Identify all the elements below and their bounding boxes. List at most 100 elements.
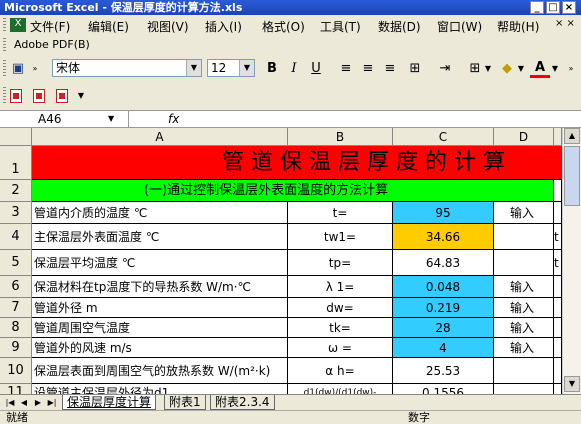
pdf-review-icon[interactable] <box>56 89 68 103</box>
scroll-thumb[interactable] <box>564 146 580 206</box>
align-center-icon[interactable]: ≡ <box>358 60 378 78</box>
cell-symbol[interactable]: tw1= <box>288 224 393 250</box>
align-right-icon[interactable]: ≡ <box>380 60 400 78</box>
chevron-down-icon[interactable]: ▼ <box>550 60 560 78</box>
cell-symbol[interactable]: ω = <box>288 338 393 358</box>
menu-data[interactable]: 数据(D) <box>378 18 421 35</box>
excel-icon[interactable]: X <box>10 18 26 32</box>
cell-symbol[interactable]: d1(dw)/(d1(dw)- <box>288 384 393 394</box>
toolbar-more-icon[interactable]: » <box>30 60 40 78</box>
next-sheet-icon[interactable]: ▶ <box>32 396 44 409</box>
fx-icon[interactable]: fx <box>168 111 179 127</box>
chevron-down-icon[interactable]: ▼ <box>239 60 254 76</box>
cell-value[interactable]: 25.53 <box>393 358 494 384</box>
menu-view[interactable]: 视图(V) <box>147 18 189 35</box>
row-header[interactable]: 11 <box>0 384 32 394</box>
section-subtitle-cell[interactable]: (一)通过控制保温层外表面温度的方法计算 <box>32 180 554 202</box>
doc-close-icon[interactable]: × × <box>555 18 575 29</box>
cell[interactable] <box>554 180 562 202</box>
cell-label[interactable]: 管道外的风速 m/s <box>32 338 288 358</box>
italic-button[interactable]: I <box>284 60 304 78</box>
cell[interactable] <box>554 384 562 394</box>
menu-help[interactable]: 帮助(H) <box>497 18 539 35</box>
cell[interactable] <box>554 318 562 338</box>
vertical-scrollbar[interactable]: ▲ ▼ <box>562 128 581 394</box>
menu-window[interactable]: 窗口(W) <box>437 18 482 35</box>
cell-value-input[interactable]: 4 <box>393 338 494 358</box>
maximize-button[interactable]: □ <box>546 1 560 14</box>
chevron-down-icon[interactable]: ▼ <box>108 111 114 127</box>
scroll-up-icon[interactable]: ▲ <box>564 128 580 144</box>
cell-value[interactable]: 64.83 <box>393 250 494 276</box>
cell-label[interactable]: 管道周围空气温度 <box>32 318 288 338</box>
cell-symbol[interactable]: tk= <box>288 318 393 338</box>
menu-insert[interactable]: 插入(I) <box>205 18 242 35</box>
cell-label[interactable]: 管道外径 m <box>32 298 288 318</box>
formula-input[interactable] <box>186 111 562 127</box>
bold-button[interactable]: B <box>262 60 282 78</box>
cell-symbol[interactable]: tp= <box>288 250 393 276</box>
cell-label[interactable]: 管道内介质的温度 ℃ <box>32 202 288 224</box>
name-box[interactable]: A46 ▼ <box>0 111 129 127</box>
prev-sheet-icon[interactable]: ◀ <box>18 396 30 409</box>
cell-label[interactable]: 保温材料在tp温度下的导热系数 W/m·℃ <box>32 276 288 298</box>
underline-button[interactable]: U <box>306 60 326 78</box>
pdf-email-icon[interactable] <box>33 89 45 103</box>
save-icon[interactable]: ▣ <box>8 60 28 78</box>
column-header-d[interactable]: D <box>494 128 554 146</box>
adobe-pdf-menu[interactable]: Adobe PDF(B) <box>14 38 90 51</box>
font-color-button[interactable]: A <box>530 60 550 78</box>
row-header[interactable]: 10 <box>0 358 32 384</box>
font-size-select[interactable]: 12 ▼ <box>207 59 255 77</box>
cell-symbol[interactable]: λ 1= <box>288 276 393 298</box>
cell-symbol[interactable]: α h= <box>288 358 393 384</box>
menu-tools[interactable]: 工具(T) <box>320 18 361 35</box>
cell-label[interactable]: 保温层平均温度 ℃ <box>32 250 288 276</box>
cell-note[interactable] <box>494 250 554 276</box>
cell-value-input[interactable]: 28 <box>393 318 494 338</box>
toolbar-more-icon[interactable]: » <box>566 60 576 78</box>
merge-center-icon[interactable]: ⊞ <box>405 60 425 78</box>
row-header[interactable]: 9 <box>0 338 32 358</box>
sheet-tab[interactable]: 附表1 <box>164 395 206 410</box>
menu-file[interactable]: 文件(F) <box>30 18 70 35</box>
sheet-tab[interactable]: 附表2.3.4 <box>210 395 275 410</box>
minimize-button[interactable]: _ <box>530 1 544 14</box>
row-header[interactable]: 7 <box>0 298 32 318</box>
row-header[interactable]: 4 <box>0 224 32 250</box>
cell-symbol[interactable]: t= <box>288 202 393 224</box>
cell-note[interactable]: 输入 <box>494 202 554 224</box>
row-header[interactable]: 2 <box>0 180 32 202</box>
row-header[interactable]: 8 <box>0 318 32 338</box>
cell[interactable] <box>554 298 562 318</box>
chevron-down-icon[interactable]: ▼ <box>186 60 201 76</box>
column-header-a[interactable]: A <box>32 128 288 146</box>
cell[interactable] <box>494 358 554 384</box>
cell-label[interactable]: 设管道主保温层外径为d1 <box>32 384 288 394</box>
align-left-icon[interactable]: ≡ <box>336 60 356 78</box>
column-header-c[interactable]: C <box>393 128 494 146</box>
select-all-corner[interactable] <box>0 128 32 146</box>
cell[interactable] <box>494 384 554 394</box>
fill-color-icon[interactable]: ◆ <box>497 60 517 78</box>
cell[interactable] <box>554 202 562 224</box>
cell-label[interactable]: 主保温层外表面温度 ℃ <box>32 224 288 250</box>
borders-icon[interactable]: ⊞ <box>465 60 485 78</box>
first-sheet-icon[interactable]: |◀ <box>4 396 16 409</box>
cell-note[interactable]: 输入 <box>494 338 554 358</box>
cell-value[interactable]: 0.1556 <box>393 384 494 394</box>
row-header[interactable]: 6 <box>0 276 32 298</box>
column-header-b[interactable]: B <box>288 128 393 146</box>
cell[interactable] <box>554 338 562 358</box>
cell-symbol[interactable]: dw= <box>288 298 393 318</box>
row-header[interactable]: 1 <box>0 146 32 180</box>
cell-overflow[interactable]: t <box>554 224 562 250</box>
toolbar-more-icon[interactable]: ▼ <box>76 87 86 105</box>
close-button[interactable]: × <box>562 1 576 14</box>
cell-note[interactable] <box>494 224 554 250</box>
sheet-title-cell[interactable]: 管 道 保 温 层 厚 度 的 计 算 <box>32 146 562 180</box>
cell-value-input[interactable]: 0.048 <box>393 276 494 298</box>
row-header[interactable]: 3 <box>0 202 32 224</box>
pdf-convert-icon[interactable] <box>10 89 22 103</box>
cell[interactable] <box>554 358 562 384</box>
